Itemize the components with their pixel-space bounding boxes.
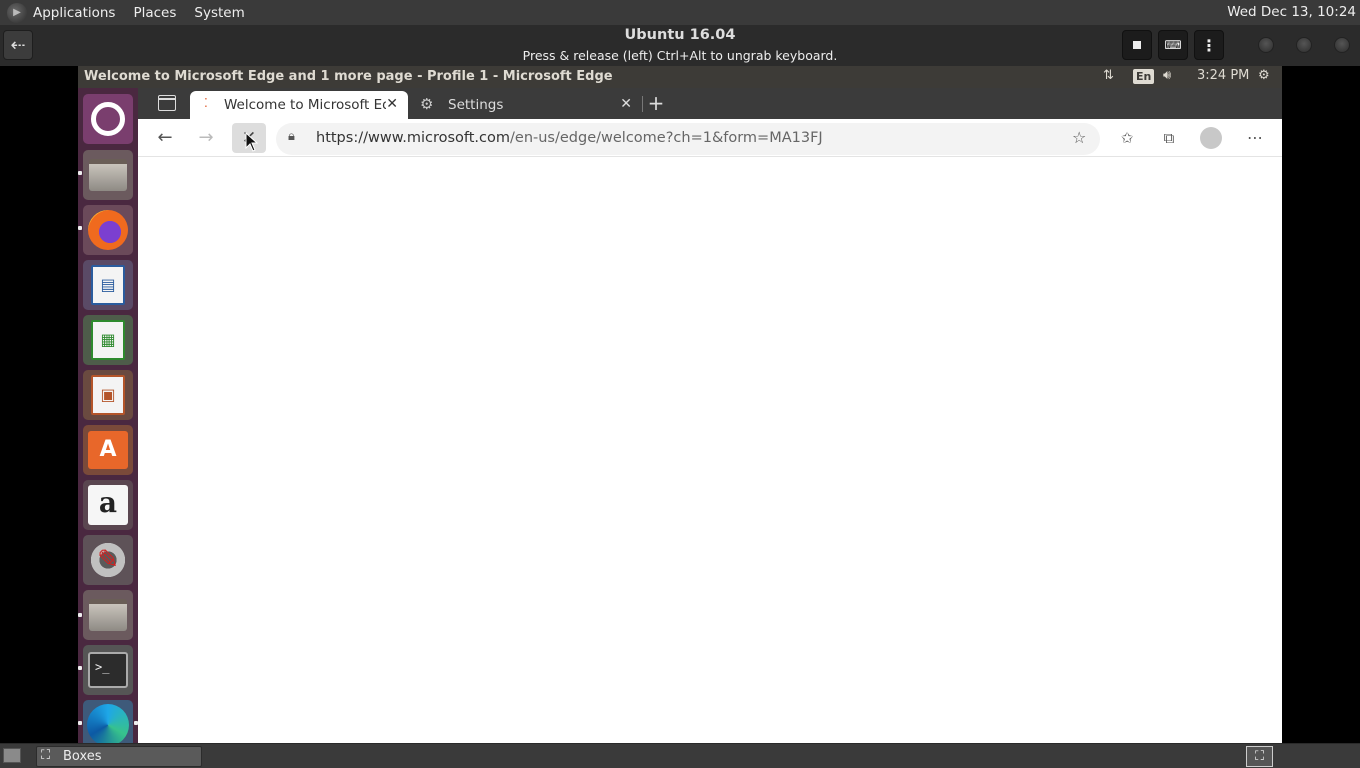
browser-toolbar: ← → ✕ 🔒︎ https://www.microsoft.com/en-us… <box>138 119 1282 157</box>
tab-separator <box>642 96 643 112</box>
files-icon-2[interactable] <box>83 590 133 640</box>
boxes-icon: ⛶ <box>41 748 51 763</box>
vm-display[interactable]: Welcome to Microsoft Edge and 1 more pag… <box>78 66 1282 743</box>
stop-loading-button[interactable]: ✕ <box>232 123 266 153</box>
minimize-icon[interactable] <box>1258 37 1274 53</box>
close-tab-icon[interactable]: ✕ <box>386 96 398 112</box>
maximize-icon[interactable] <box>1296 37 1312 53</box>
forward-arrow-icon[interactable]: → <box>194 126 218 150</box>
workspace-switcher-icon[interactable]: ⛶ <box>1246 746 1273 767</box>
profile-avatar-icon[interactable] <box>1200 127 1222 149</box>
unity-launcher: ▤ ▦ ▣ A a ✎ >_ <box>78 88 138 743</box>
system-settings-icon[interactable]: ✎ <box>83 535 133 585</box>
libreoffice-impress-icon[interactable]: ▣ <box>83 370 133 420</box>
host-clock[interactable]: Wed Dec 13, 10:24 <box>1227 4 1356 20</box>
host-top-panel: ▶ Applications Places System Wed Dec 13,… <box>0 0 1360 25</box>
tab-welcome[interactable]: ⁚ Welcome to Microsoft Edge ✕ <box>190 91 408 119</box>
libreoffice-writer-icon[interactable]: ▤ <box>83 260 133 310</box>
address-bar[interactable]: 🔒︎ https://www.microsoft.com/en-us/edge/… <box>276 123 1100 155</box>
new-tab-button[interactable]: + <box>646 90 666 116</box>
show-desktop-icon[interactable] <box>3 748 21 763</box>
loading-spinner-icon: ⁚ <box>204 96 208 110</box>
tab-actions-icon[interactable] <box>158 95 176 111</box>
tab-title: Settings <box>448 97 504 113</box>
keyboard-button[interactable]: ⌨ <box>1158 30 1188 60</box>
lock-icon: 🔒︎ <box>288 129 295 144</box>
gnome-foot-icon[interactable]: ▶ <box>7 2 27 23</box>
host-taskbar: ⛶ Boxes ⛶ <box>0 743 1360 768</box>
stop-vm-button[interactable] <box>1122 30 1152 60</box>
boxes-header-bar: ⇠ Ubuntu 16.04 Press & release (left) Ct… <box>0 25 1360 66</box>
close-icon[interactable] <box>1334 37 1350 53</box>
url-text: https://www.microsoft.com/en-us/edge/wel… <box>316 130 823 146</box>
tab-title: Welcome to Microsoft Edge <box>224 97 386 113</box>
keyboard-layout-indicator[interactable]: En <box>1133 69 1155 84</box>
places-menu[interactable]: Places <box>133 5 176 21</box>
ubuntu-window-titlebar: Welcome to Microsoft Edge and 1 more pag… <box>78 66 1282 88</box>
mouse-cursor-icon <box>245 132 259 152</box>
close-tab-icon[interactable]: ✕ <box>620 96 632 112</box>
url-path: /en-us/edge/welcome?ch=1&form=MA13FJ <box>510 130 823 146</box>
keyboard-grab-hint: Press & release (left) Ctrl+Alt to ungra… <box>522 48 838 63</box>
collections-icon[interactable]: ⧉ <box>1158 127 1180 149</box>
vm-name-title: Ubuntu 16.04 <box>624 27 736 43</box>
ubuntu-dash-icon[interactable] <box>83 94 133 144</box>
stop-icon <box>1133 41 1141 49</box>
terminal-icon[interactable]: >_ <box>83 645 133 695</box>
taskbar-item-boxes[interactable]: ⛶ Boxes <box>36 746 202 767</box>
back-arrow-icon[interactable]: ← <box>153 126 177 150</box>
applications-menu[interactable]: Applications <box>33 5 115 21</box>
menu-button[interactable]: ⋮ <box>1194 30 1224 60</box>
libreoffice-calc-icon[interactable]: ▦ <box>83 315 133 365</box>
more-options-icon[interactable]: ⋯ <box>1244 127 1266 149</box>
taskbar-item-label: Boxes <box>63 749 102 764</box>
keyboard-icon: ⌨ <box>1164 38 1182 52</box>
vm-clock[interactable]: 3:24 PM <box>1197 68 1249 83</box>
system-menu[interactable]: System <box>194 5 244 21</box>
plus-icon: + <box>647 91 665 115</box>
settings-gear-icon: ⚙ <box>420 95 434 113</box>
settings-gear-icon[interactable]: ⚙ <box>1258 68 1270 83</box>
kebab-menu-icon: ⋮ <box>1201 35 1217 55</box>
volume-icon[interactable]: 🔊︎ <box>1163 68 1171 83</box>
edge-browser: ⁚ Welcome to Microsoft Edge ✕ ⚙ Settings… <box>138 88 1282 743</box>
tab-strip: ⁚ Welcome to Microsoft Edge ✕ ⚙ Settings… <box>138 88 1282 119</box>
firefox-icon[interactable] <box>83 205 133 255</box>
add-favorite-icon[interactable]: ☆ <box>1072 128 1086 147</box>
tab-settings[interactable]: ⚙ Settings ✕ <box>410 91 642 119</box>
network-updown-icon[interactable]: ⇅ <box>1103 68 1114 83</box>
page-content[interactable] <box>138 158 1282 743</box>
edge-window-title: Welcome to Microsoft Edge and 1 more pag… <box>84 69 613 84</box>
microsoft-edge-icon[interactable] <box>83 700 133 743</box>
amazon-icon[interactable]: a <box>83 480 133 530</box>
files-icon[interactable] <box>83 150 133 200</box>
favorites-icon[interactable]: ✩ <box>1116 127 1138 149</box>
software-center-icon[interactable]: A <box>83 425 133 475</box>
url-domain: https://www.microsoft.com <box>316 130 511 146</box>
